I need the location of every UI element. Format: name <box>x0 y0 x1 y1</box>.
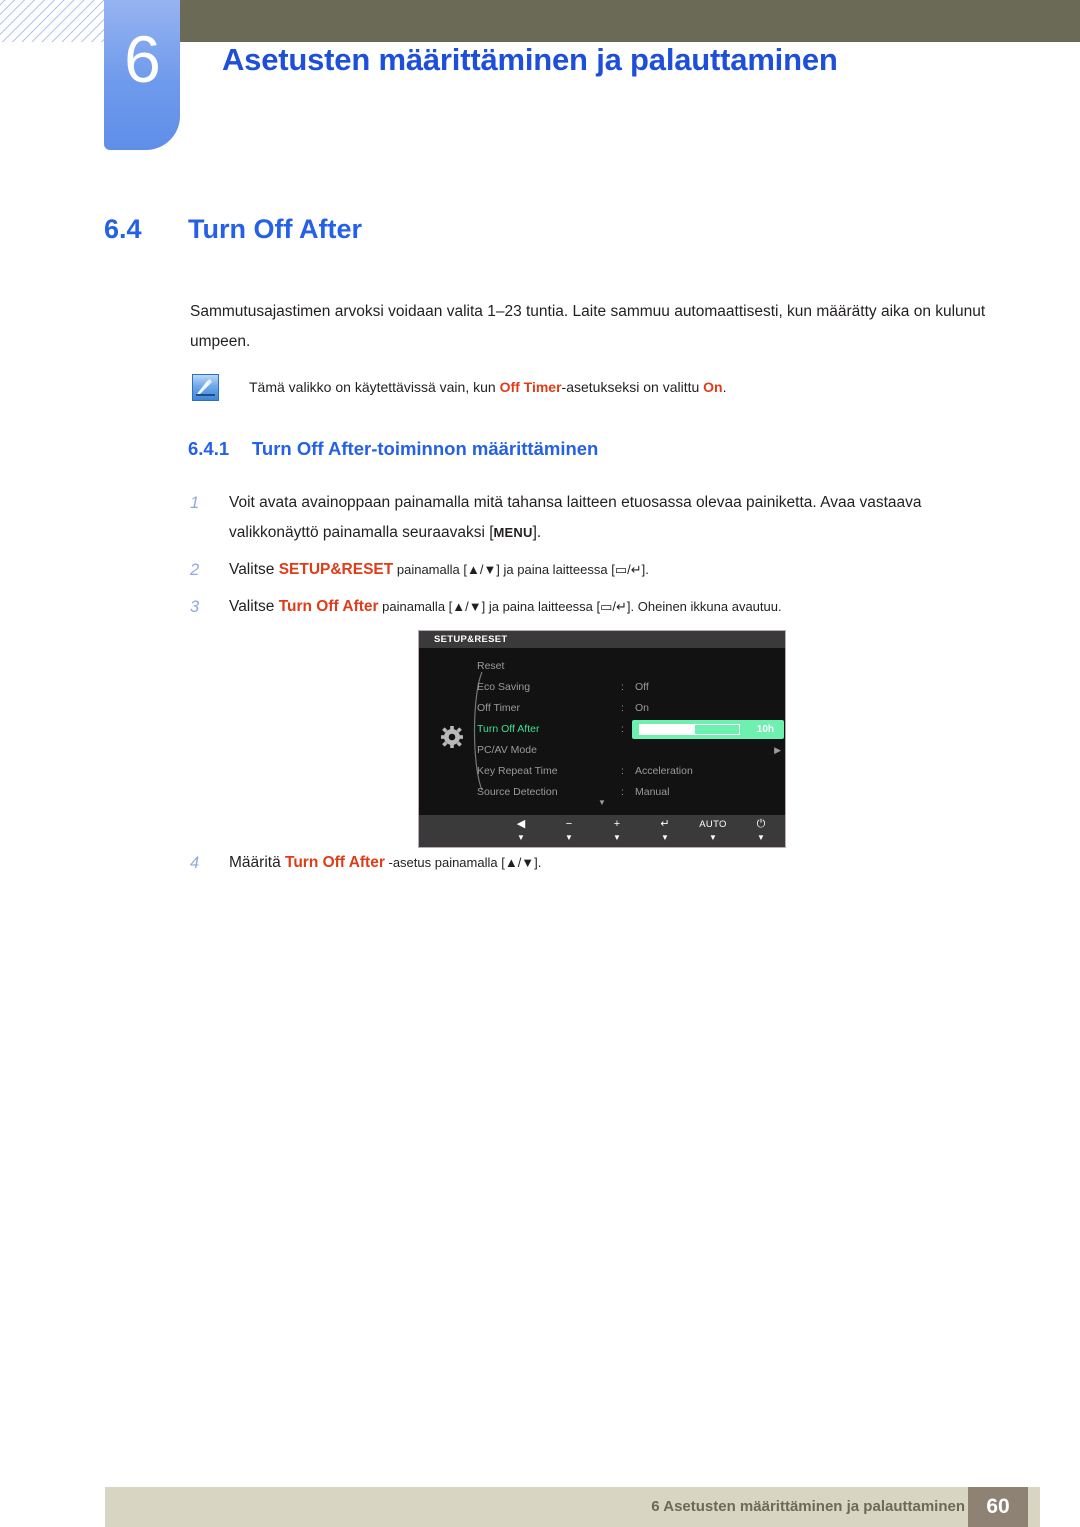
osd-row-off-timer[interactable]: Off Timer : On <box>477 698 785 719</box>
step-text: Voit avata avainoppaan painamalla mitä t… <box>229 494 922 541</box>
highlight-turn-off-after: Turn Off After <box>278 598 379 615</box>
osd-row-label: Reset <box>477 660 505 672</box>
osd-row-turn-off-after[interactable]: Turn Off After : 10h <box>477 719 785 740</box>
step-text: Valitse Turn Off After painamalla [▲/▼] … <box>229 598 782 615</box>
osd-row-colon: : <box>621 702 624 714</box>
osd-row-label: Key Repeat Time <box>477 765 558 777</box>
subsection-title: Turn Off After-toiminnon määrittäminen <box>252 438 599 459</box>
auto-button[interactable]: AUTO ▼ <box>695 818 731 842</box>
osd-row-value: Off <box>635 681 649 693</box>
section-heading: 6.4 Turn Off After <box>104 214 362 245</box>
note-highlight-on: On <box>703 379 723 395</box>
osd-row-value: Acceleration <box>635 765 693 777</box>
chapter-number: 6 <box>124 22 161 96</box>
list-item: 3 Valitse Turn Off After painamalla [▲/▼… <box>190 592 1005 622</box>
back-icon: ◀ <box>516 818 526 830</box>
power-button[interactable]: ⏻ ▼ <box>743 818 779 842</box>
step-index: 3 <box>190 598 200 616</box>
osd-footer-bar: ◀ ▼ − ▼ + ▼ ↵ ▼ AUTO ▼ ⏻ ▼ <box>419 815 785 847</box>
list-item: 2 Valitse SETUP&RESET painamalla [▲/▼] j… <box>190 555 1005 585</box>
header-olive-bar <box>180 0 1080 42</box>
note-text-after: . <box>722 379 727 395</box>
section-paragraph: Sammutusajastimen arvoksi voidaan valita… <box>190 303 986 350</box>
note-text-before: Tämä valikko on käytettävissä vain, kun <box>249 379 500 395</box>
auto-label: AUTO <box>699 819 727 830</box>
section-number: 6.4 <box>104 214 142 244</box>
minus-button[interactable]: − ▼ <box>551 818 587 842</box>
note-pencil-icon <box>192 374 219 401</box>
step-text-fragment: Valitse <box>229 598 279 615</box>
list-item: 1 Voit avata avainoppaan painamalla mitä… <box>190 488 1005 548</box>
note-text: Tämä valikko on käytettävissä vain, kun … <box>249 375 1009 399</box>
osd-row-label: Turn Off After <box>477 723 540 735</box>
steps-list: 1 Voit avata avainoppaan painamalla mitä… <box>190 488 1005 629</box>
plus-button[interactable]: + ▼ <box>599 818 635 842</box>
osd-body: Reset Eco Saving : Off Off Timer : On Tu… <box>419 648 785 815</box>
osd-row-label: PC/AV Mode <box>477 744 537 756</box>
osd-menu-figure: SETUP&RESET Reset Eco Saving: Off Off T… <box>418 630 786 848</box>
subsection-number: 6.4.1 <box>188 438 230 459</box>
note-highlight-off-timer: Off Timer <box>499 379 562 395</box>
caret-down-icon: ▼ <box>709 833 717 842</box>
step-index: 1 <box>190 494 200 512</box>
osd-row-reset[interactable]: Reset <box>477 656 785 677</box>
step-text-fragment: ]. <box>532 524 542 541</box>
osd-button-row: ◀ ▼ − ▼ + ▼ ↵ ▼ AUTO ▼ ⏻ ▼ <box>503 818 779 842</box>
caret-down-icon: ▼ <box>517 833 525 842</box>
osd-row-value: On <box>635 702 650 714</box>
footer-chapter-text: 6 Asetusten määrittäminen ja palauttamin… <box>651 1498 965 1515</box>
step-index: 4 <box>190 854 200 872</box>
step-text: Valitse SETUP&RESET painamalla [▲/▼] ja … <box>229 561 649 578</box>
enter-icon: ↵ <box>660 818 670 830</box>
osd-title-bar: SETUP&RESET <box>419 631 785 648</box>
gear-icon <box>441 726 463 753</box>
caret-down-icon: ▼ <box>565 833 573 842</box>
osd-row-colon: : <box>621 765 624 777</box>
step-text-fragment: Valitse <box>229 561 279 578</box>
caret-down-icon: ▼ <box>613 833 621 842</box>
osd-row-pc-av-mode[interactable]: PC/AV Mode ▶ <box>477 740 785 761</box>
osd-row-label: Off Timer <box>477 702 520 714</box>
step-text-fragment: painamalla [▲/▼] ja paina laitteessa [▭/… <box>393 562 649 577</box>
turn-off-after-slider[interactable]: 10h <box>632 720 784 739</box>
footer-bar: 6 Asetusten määrittäminen ja palauttamin… <box>105 1487 1040 1527</box>
osd-menu-rows: Reset Eco Saving : Off Off Timer : On Tu… <box>477 656 785 803</box>
page-number: 60 <box>968 1487 1028 1527</box>
subsection-heading: 6.4.1 Turn Off After-toiminnon määrittämi… <box>188 438 598 460</box>
osd-row-colon: : <box>621 723 624 735</box>
note-text-mid: -asetukseksi on valittu <box>561 379 704 395</box>
step-text-fragment: Määritä <box>229 854 285 871</box>
scroll-down-icon[interactable]: ▼ <box>419 798 785 807</box>
step-text-fragment: painamalla [▲/▼] ja paina laitteessa [▭/… <box>378 599 782 614</box>
step-text: Määritä Turn Off After -asetus painamall… <box>229 854 541 871</box>
osd-row-eco-saving[interactable]: Eco Saving : Off <box>477 677 785 698</box>
minus-icon: − <box>565 818 573 830</box>
osd-row-key-repeat-time[interactable]: Key Repeat Time : Acceleration <box>477 761 785 782</box>
plus-icon: + <box>613 818 621 830</box>
slider-value-label: 10h <box>756 724 774 735</box>
enter-button[interactable]: ↵ ▼ <box>647 818 683 842</box>
list-item: 4 Määritä Turn Off After -asetus painama… <box>190 848 1044 878</box>
section-title: Turn Off After <box>188 214 362 244</box>
chapter-title: Asetusten määrittäminen ja palauttaminen <box>222 42 838 77</box>
chevron-right-icon: ▶ <box>774 745 781 755</box>
kbd-menu: MENU <box>493 525 533 540</box>
slider-fill <box>640 725 696 734</box>
highlight-setup-reset: SETUP&RESET <box>278 561 394 578</box>
caret-down-icon: ▼ <box>757 833 765 842</box>
back-button[interactable]: ◀ ▼ <box>503 818 539 842</box>
step-index: 2 <box>190 561 200 579</box>
caret-down-icon: ▼ <box>661 833 669 842</box>
slider-track <box>639 724 740 735</box>
osd-row-colon: : <box>621 681 624 693</box>
highlight-turn-off-after: Turn Off After <box>285 854 385 871</box>
osd-row-label: Eco Saving <box>477 681 531 693</box>
step-text-fragment: Voit avata avainoppaan painamalla mitä t… <box>229 494 922 541</box>
header-hatch-decoration <box>0 0 112 42</box>
step-text-fragment: -asetus painamalla [▲/▼]. <box>384 855 542 870</box>
power-icon: ⏻ <box>756 818 766 830</box>
